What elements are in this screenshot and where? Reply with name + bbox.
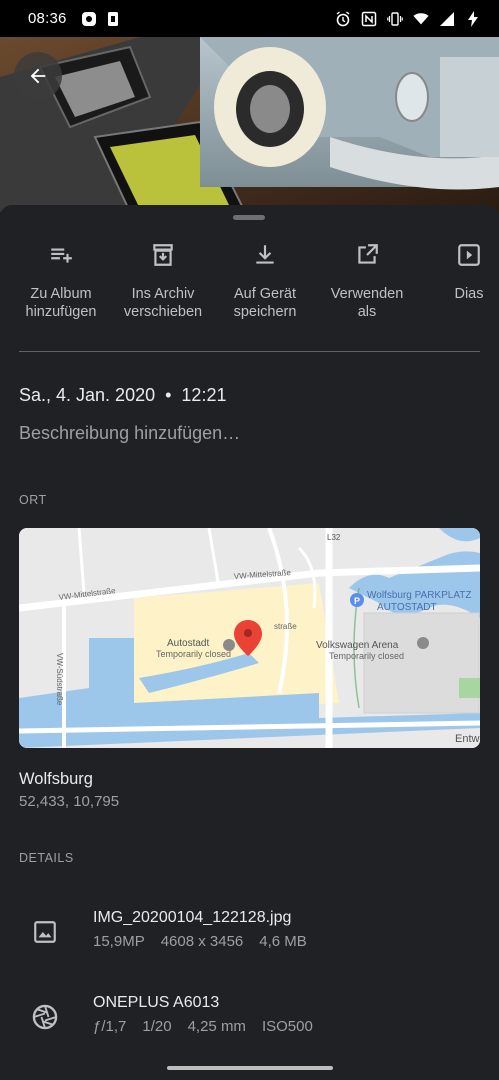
add-to-album-label: Zu Album hinzufügen [25,286,97,320]
details-section-label: DETAILS [19,851,74,865]
status-time: 08:36 [28,10,67,27]
place-name: Wolfsburg [19,770,93,788]
action-row: Zu Album hinzufügen Ins Archiv verschieb… [0,241,499,321]
archive-icon [149,241,177,269]
image-icon [30,917,60,947]
map-poi-sub: AUTOSTADT [377,602,437,613]
file-meta: 15,9MP 4608 x 3456 4,6 MB [93,933,307,950]
signal-icon [439,11,455,27]
notification-app-icon [81,11,97,27]
slideshow-label: Dias [454,286,484,302]
map-street-label: VW-Südstraße [55,653,64,706]
info-sheet[interactable]: Zu Album hinzufügen Ins Archiv verschieb… [0,205,499,1080]
map-poi-name: Wolfsburg PARKPLATZ [367,590,471,601]
open-in-new-icon [353,241,381,269]
download-icon [251,241,279,269]
add-to-album-button[interactable]: Zu Album hinzufügen [10,241,112,321]
map-poi-name: Autostadt [167,638,209,649]
map-street-label: straße [274,622,297,631]
slideshow-button[interactable]: Dias [418,241,499,321]
camera-shutter: 1/20 [142,1018,172,1035]
save-to-device-label: Auf Gerät speichern [233,286,297,320]
battery-charging-icon [465,10,481,27]
map-poi-status: Temporarily closed [156,649,231,659]
camera-focal-length: 4,25 mm [187,1018,246,1035]
camera-meta: ƒ/1,7 1/20 4,25 mm ISO500 [93,1018,313,1035]
status-notification-icons [81,11,121,27]
place-coordinates: 52,433, 10,795 [19,793,120,810]
camera-aperture-icon [30,1002,60,1032]
use-as-button[interactable]: Verwenden als [316,241,418,321]
file-name: IMG_20200104_122128.jpg [93,909,292,926]
vibrate-icon [387,11,403,27]
date-separator: • [165,385,172,405]
description-input[interactable]: Beschreibung hinzufügen… [19,423,240,444]
gesture-nav-bar[interactable] [167,1066,333,1070]
status-system-icons [335,10,481,27]
location-section-label: ORT [19,493,47,507]
actions-divider [19,351,480,352]
sheet-drag-handle[interactable] [233,215,265,220]
svg-text:P: P [354,596,360,606]
file-size: 4,6 MB [259,933,307,950]
photo-image [0,37,499,212]
archive-button[interactable]: Ins Archiv verschieben [112,241,214,321]
map-edge-label: Entw [455,733,480,745]
map-poi-name: Volkswagen Arena [316,640,399,651]
slideshow-icon [455,241,483,269]
alarm-icon [335,10,351,27]
back-button[interactable] [14,52,62,100]
map-road-label: L32 [327,533,341,542]
location-map[interactable]: VW-Mittelstraße VW-Mittelstraße VW-Südst… [19,528,480,748]
file-details-row: IMG_20200104_122128.jpg 15,9MP 4608 x 34… [0,909,499,969]
camera-iso: ISO500 [261,1018,313,1035]
notification-sim-icon [105,11,121,27]
camera-aperture: ƒ/1,7 [93,1018,127,1035]
camera-model: ONEPLUS A6013 [93,994,220,1011]
status-bar: 08:36 [0,0,499,37]
camera-details-row: ONEPLUS A6013 ƒ/1,7 1/20 4,25 mm ISO500 [0,994,499,1054]
archive-label: Ins Archiv verschieben [123,286,203,320]
file-megapixels: 15,9MP [93,933,145,950]
nfc-icon [361,11,377,27]
playlist-add-icon [47,241,75,269]
photo-time: 12:21 [181,385,227,405]
map-poi-status: Temporarily closed [329,651,404,661]
date-time-row[interactable]: Sa., 4. Jan. 2020 • 12:21 [19,385,226,406]
wifi-icon [413,11,429,27]
photo-preview[interactable] [0,37,499,212]
file-resolution: 4608 x 3456 [160,933,244,950]
arrow-back-icon [30,68,46,84]
photo-date: Sa., 4. Jan. 2020 [19,385,156,405]
map-image: VW-Mittelstraße VW-Mittelstraße VW-Südst… [19,528,480,748]
save-to-device-button[interactable]: Auf Gerät speichern [214,241,316,321]
use-as-label: Verwenden als [330,286,404,320]
